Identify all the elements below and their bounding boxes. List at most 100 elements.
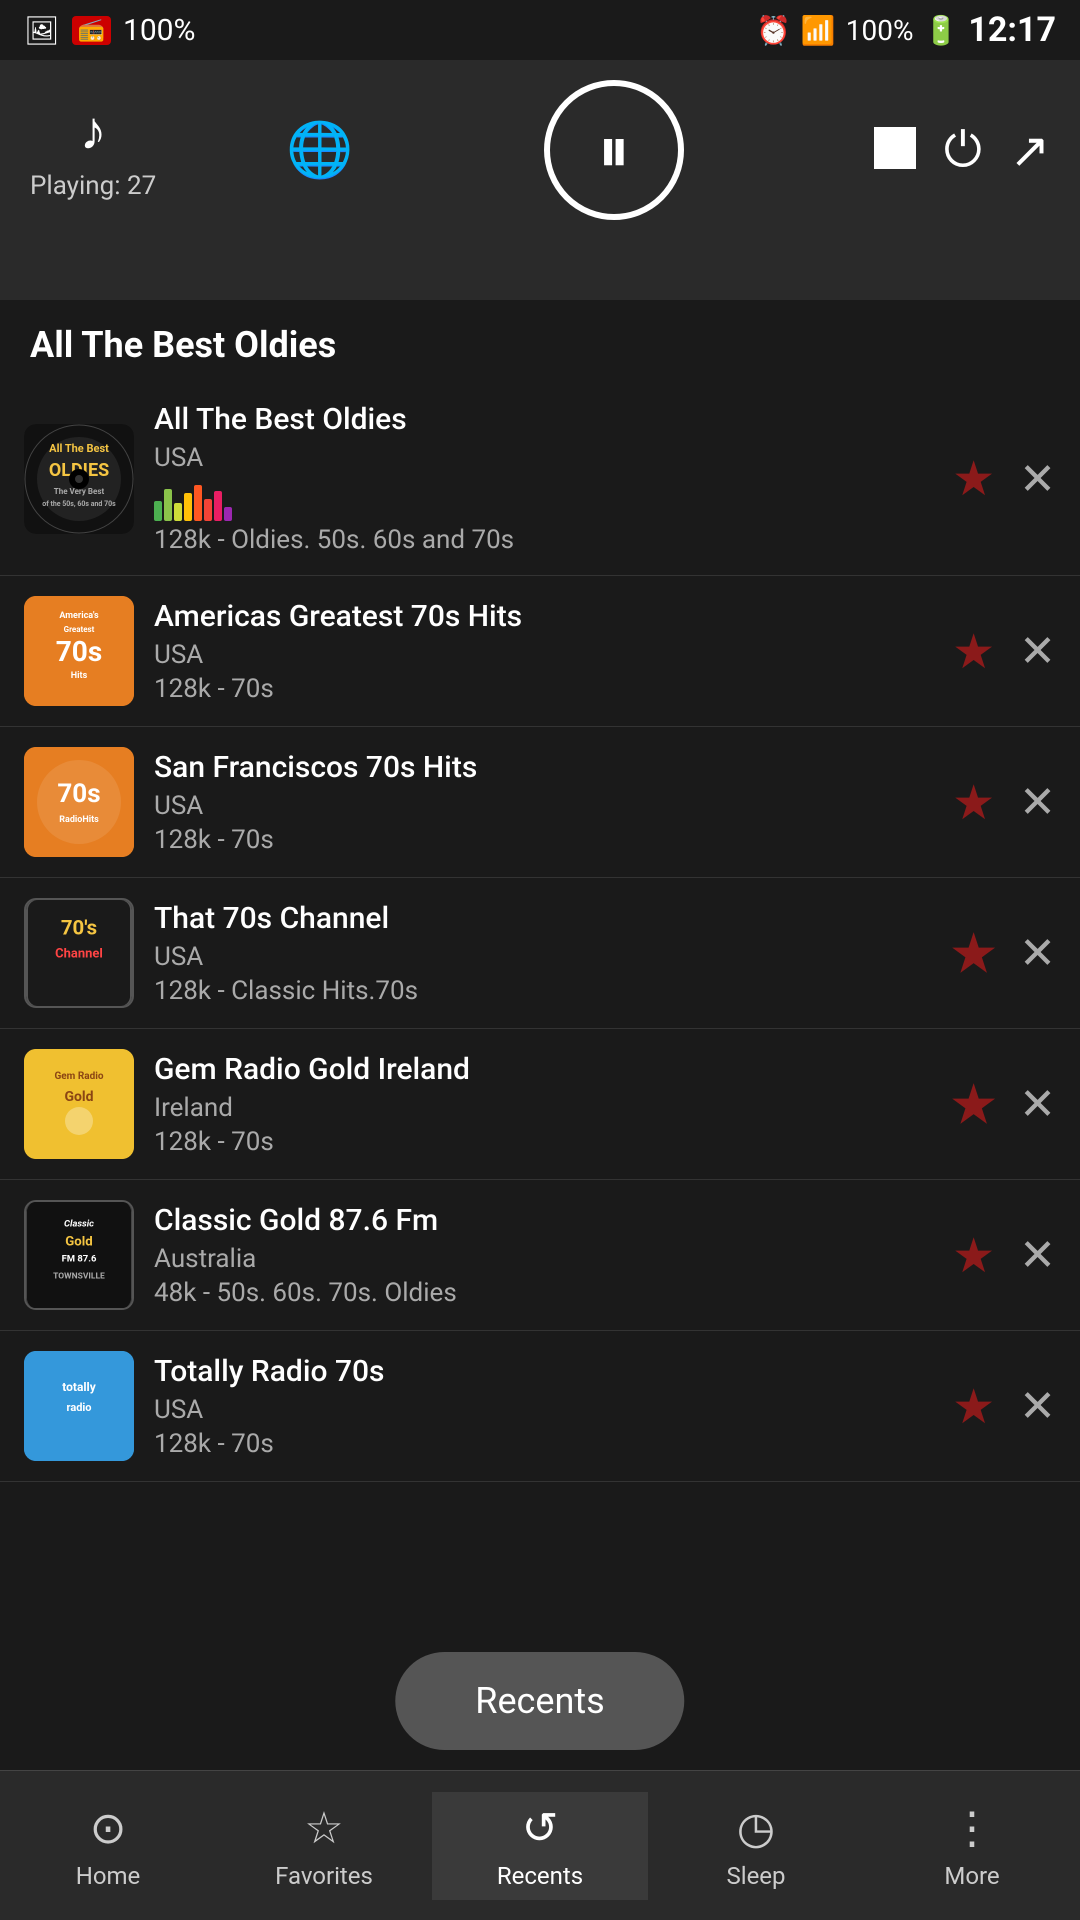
remove-button[interactable]: ✕ [1019,1078,1056,1130]
svg-text:70s: 70s [56,635,103,668]
music-note-icon[interactable]: ♪ [80,100,107,163]
station-bitrate: 128k - Oldies. 50s. 60s and 70s [154,525,932,555]
svg-text:70s: 70s [57,779,100,809]
station-actions: ★ ✕ [952,1076,1056,1133]
station-country: USA [154,1395,932,1425]
station-item[interactable]: 70's Channel That 70s Channel USA 128k -… [0,878,1080,1029]
station-item[interactable]: totally radio Totally Radio 70s USA 128k… [0,1331,1080,1482]
station-bitrate: 128k - 70s [154,1127,932,1157]
station-bitrate: 128k - 70s [154,1429,932,1459]
station-info: That 70s Channel USA 128k - Classic Hits… [134,901,952,1006]
globe-icon[interactable]: 🌐 [286,119,353,182]
favorite-button[interactable]: ★ [952,450,995,507]
remove-button[interactable]: ✕ [1019,625,1056,677]
svg-text:All The Best: All The Best [49,442,109,455]
station-info: Classic Gold 87.6 Fm Australia 48k - 50s… [134,1203,952,1308]
station-item[interactable]: All The Best OLDIES The Very Best of the… [0,382,1080,576]
svg-text:FM 87.6: FM 87.6 [62,1254,97,1265]
station-item[interactable]: Gem Radio Gold Gem Radio Gold Ireland Ir… [0,1029,1080,1180]
status-right: ⏰ 📶 100% 🔋 12:17 [756,10,1056,50]
station-bitrate: 128k - 70s [154,674,932,704]
wifi-icon: 📶 [801,14,836,47]
star-nav-icon: ☆ [304,1802,343,1854]
favorite-button[interactable]: ★ [952,1378,995,1435]
station-actions: ★ ✕ [952,925,1056,982]
more-icon: ⋮ [950,1802,994,1854]
nav-label-more: More [944,1862,999,1890]
svg-text:Gold: Gold [64,1089,93,1105]
player-controls-row: ♪ Playing: 27 🌐 ⏸ ⏻ ↗ [30,80,1050,220]
pause-icon: ⏸ [598,113,630,188]
alarm-icon: ⏰ [756,14,791,47]
nav-item-sleep[interactable]: ◷ Sleep [648,1792,864,1900]
station-item[interactable]: America's Greatest 70s Hits Americas Gre… [0,576,1080,727]
section-title-text: All The Best Oldies [30,324,336,366]
station-logo: Classic Gold FM 87.6 TOWNSVILLE [24,1200,134,1310]
nav-item-home[interactable]: ⊙ Home [0,1792,216,1900]
nav-item-recents[interactable]: ↺ Recents [432,1792,648,1900]
stop-button[interactable] [874,127,916,173]
station-name: San Franciscos 70s Hits [154,750,932,785]
status-left: 🖼 📻 100% [24,13,196,48]
pause-button[interactable]: ⏸ [544,80,684,220]
favorite-button[interactable]: ★ [952,1227,995,1284]
section-title: All The Best Oldies [0,300,1080,382]
favorite-button[interactable]: ★ [952,774,995,831]
playing-label: Playing: 27 [30,171,156,201]
svg-text:of the 50s, 60s and 70s: of the 50s, 60s and 70s [42,500,116,508]
station-country: USA [154,640,932,670]
station-name: Americas Greatest 70s Hits [154,599,932,634]
equalizer-bars [154,477,932,521]
share-button[interactable]: ↗ [1010,122,1050,179]
bottom-nav: ⊙ Home ☆ Favorites ↺ Recents ◷ Sleep ⋮ M… [0,1770,1080,1920]
station-list: All The Best OLDIES The Very Best of the… [0,382,1080,1482]
home-icon: ⊙ [90,1802,127,1854]
station-logo: 70s RadioHits [24,747,134,857]
station-actions: ★ ✕ [952,1378,1056,1435]
svg-text:Hits: Hits [71,671,88,681]
svg-text:totally: totally [62,1380,97,1394]
station-info: Gem Radio Gold Ireland Ireland 128k - 70… [134,1052,952,1157]
favorite-button[interactable]: ★ [952,1076,995,1133]
image-icon: 🖼 [24,14,60,47]
station-country: Ireland [154,1093,932,1123]
player-left-controls: ♪ Playing: 27 [30,100,156,201]
power-button[interactable]: ⏻ [944,121,982,179]
svg-text:Channel: Channel [55,947,103,962]
svg-text:Greatest: Greatest [64,625,95,634]
favorite-button[interactable]: ★ [952,925,995,982]
remove-button[interactable]: ✕ [1019,1229,1056,1281]
remove-button[interactable]: ✕ [1019,1380,1056,1432]
station-name: Totally Radio 70s [154,1354,932,1389]
svg-text:RadioHits: RadioHits [59,815,99,825]
radio-icon: 📻 [72,16,111,45]
station-country: Australia [154,1244,932,1274]
remove-button[interactable]: ✕ [1019,453,1056,505]
svg-text:Classic: Classic [64,1219,94,1230]
station-actions: ★ ✕ [952,450,1056,507]
station-logo: All The Best OLDIES The Very Best of the… [24,424,134,534]
station-item[interactable]: Classic Gold FM 87.6 TOWNSVILLE Classic … [0,1180,1080,1331]
station-info: Totally Radio 70s USA 128k - 70s [134,1354,952,1459]
recents-toast: Recents [395,1652,684,1750]
nav-item-favorites[interactable]: ☆ Favorites [216,1792,432,1900]
station-item[interactable]: 70s RadioHits San Franciscos 70s Hits US… [0,727,1080,878]
nav-label-recents: Recents [497,1862,583,1890]
battery-label: 100% [846,14,914,47]
remove-button[interactable]: ✕ [1019,927,1056,979]
history-icon: ↺ [522,1802,559,1854]
svg-text:70's: 70's [61,915,97,939]
svg-text:TOWNSVILLE: TOWNSVILLE [53,1272,105,1282]
station-country: USA [154,443,932,473]
player-right-controls: ⏻ ↗ [874,121,1050,179]
nav-label-sleep: Sleep [726,1862,785,1890]
nav-item-more[interactable]: ⋮ More [864,1792,1080,1900]
station-country: USA [154,791,932,821]
stop-icon [874,127,916,169]
station-name: All The Best Oldies [154,402,932,437]
remove-button[interactable]: ✕ [1019,776,1056,828]
station-bitrate: 128k - Classic Hits.70s [154,976,932,1006]
station-logo: America's Greatest 70s Hits [24,596,134,706]
favorite-button[interactable]: ★ [952,623,995,680]
svg-text:radio: radio [66,1401,91,1414]
